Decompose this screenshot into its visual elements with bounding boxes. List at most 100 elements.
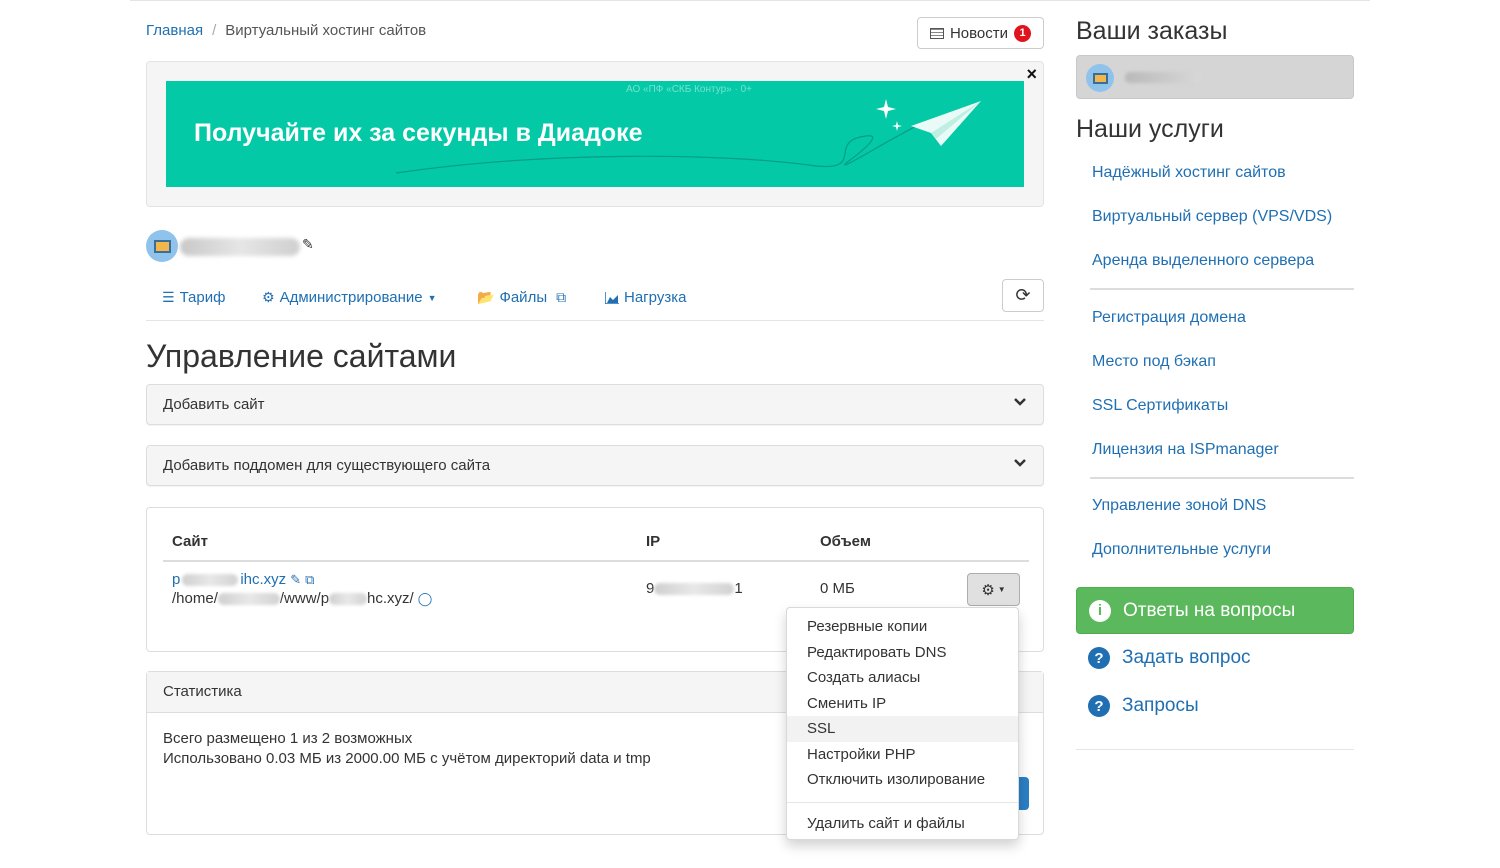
service-link-dns[interactable]: Управление зоной DNS <box>1092 497 1266 515</box>
menu-item-create-aliases[interactable]: Создать алиасы <box>787 665 1018 691</box>
faq-label: Ответы на вопросы <box>1123 599 1296 621</box>
site-ip-suffix: 1 <box>734 580 743 597</box>
menu-item-disable-isolation[interactable]: Отключить изолирование <box>787 767 1018 793</box>
caret-down-icon: ▼ <box>997 585 1006 594</box>
breadcrumb: Главная / Виртуальный хостинг сайтов <box>146 22 426 39</box>
site-path: /home/ /www/p hc.xyz/ ◯ <box>172 590 432 607</box>
external-link-icon[interactable]: ⧉ <box>305 572 314 588</box>
menu-item-change-ip[interactable]: Сменить IP <box>787 691 1018 717</box>
site-ip: 9 1 <box>646 580 743 597</box>
add-site-label: Добавить сайт <box>163 396 265 413</box>
column-header-ip: IP <box>646 533 661 550</box>
refresh-button[interactable]: ⟳ <box>1002 279 1044 312</box>
tab-tariff[interactable]: ☰ Тариф <box>162 289 225 306</box>
question-icon: ? <box>1088 647 1110 669</box>
service-link-vps[interactable]: Виртуальный сервер (VPS/VDS) <box>1092 208 1332 226</box>
top-border <box>130 0 1370 1</box>
site-domain-prefix: p <box>172 571 181 588</box>
gear-icon: ⚙ <box>262 289 275 305</box>
monitor-icon <box>153 239 171 253</box>
tab-tariff-label: Тариф <box>179 289 226 306</box>
banner-close-icon[interactable]: × <box>1026 64 1037 85</box>
order-name-redacted <box>1125 72 1201 83</box>
redacted-text <box>217 592 280 605</box>
service-link-domain[interactable]: Регистрация домена <box>1092 309 1246 327</box>
tab-files-label: Файлы <box>499 289 548 306</box>
account-name-redacted <box>180 238 300 256</box>
order-avatar <box>1086 64 1114 92</box>
monitor-icon <box>1092 72 1108 84</box>
site-size: 0 МБ <box>820 580 855 597</box>
tab-files[interactable]: 📂 Файлы ⧉ <box>477 289 566 306</box>
redacted-text <box>329 592 368 605</box>
service-link-hosting[interactable]: Надёжный хостинг сайтов <box>1092 164 1286 182</box>
news-label: Новости <box>949 24 1009 42</box>
tab-load[interactable]: Нагрузка <box>605 289 686 306</box>
external-link-icon: ⧉ <box>556 289 567 305</box>
news-button[interactable]: Новости 1 <box>917 17 1044 49</box>
service-link-ispmanager[interactable]: Лицензия на ISPmanager <box>1092 441 1279 459</box>
services-title: Наши услуги <box>1076 115 1224 143</box>
table-header-divider <box>163 560 1029 562</box>
site-path-prefix: /home/ <box>172 590 218 607</box>
ask-question-label: Задать вопрос <box>1122 647 1251 668</box>
ad-banner[interactable]: АО «ПФ «СКБ Контур» · 0+ Получайте их за… <box>166 81 1024 187</box>
services-divider <box>1090 477 1354 479</box>
chevron-down-icon <box>1014 459 1026 467</box>
service-tabs: ☰ Тариф ⚙ Администрирование ▼ 📂 Файлы ⧉ … <box>146 279 1044 321</box>
site-actions-button[interactable]: ⚙ ▼ <box>967 573 1020 606</box>
menu-divider <box>787 801 1018 803</box>
menu-item-php-settings[interactable]: Настройки PHP <box>787 742 1018 768</box>
account-avatar <box>146 230 178 262</box>
site-path-middle: /www/p <box>279 590 330 607</box>
service-link-ssl[interactable]: SSL Сертификаты <box>1092 397 1228 415</box>
info-icon: i <box>1089 599 1111 622</box>
column-header-site: Сайт <box>172 533 208 550</box>
comment-icon[interactable]: ◯ <box>418 591 433 607</box>
service-link-dedicated[interactable]: Аренда выделенного сервера <box>1092 252 1314 270</box>
service-link-additional[interactable]: Дополнительные услуги <box>1092 541 1271 559</box>
site-ip-prefix: 9 <box>646 580 655 597</box>
chevron-down-icon <box>1014 398 1026 406</box>
sidebar-bottom-divider <box>1076 749 1354 750</box>
site-domain-suffix: ihc.xyz <box>240 571 287 588</box>
pencil-icon[interactable]: ✎ <box>290 572 301 588</box>
site-path-suffix: hc.xyz/ <box>367 590 414 607</box>
service-link-backup[interactable]: Место под бэкап <box>1092 353 1216 371</box>
area-chart-icon <box>605 291 619 304</box>
banner-headline: Получайте их за секунды в Диадоке <box>194 119 643 147</box>
add-subdomain-accordion[interactable]: Добавить поддомен для существующего сайт… <box>146 445 1044 486</box>
ad-banner-container: × АО «ПФ «СКБ Контур» · 0+ Получайте их … <box>146 61 1044 207</box>
orders-title: Ваши заказы <box>1076 17 1228 45</box>
column-header-size: Объем <box>820 533 871 550</box>
add-subdomain-label: Добавить поддомен для существующего сайт… <box>163 457 491 474</box>
breadcrumb-home-link[interactable]: Главная <box>146 22 203 39</box>
site-domain-link[interactable]: p ihc.xyz ✎ ⧉ <box>172 571 314 588</box>
page-title: Управление сайтами <box>146 338 457 374</box>
menu-item-delete-site[interactable]: Удалить сайт и файлы <box>787 811 1018 837</box>
services-divider <box>1090 288 1354 290</box>
newspaper-icon <box>929 27 944 39</box>
question-icon: ? <box>1088 695 1110 717</box>
breadcrumb-separator: / <box>212 22 217 39</box>
sliders-icon: ☰ <box>162 289 175 305</box>
faq-button[interactable]: i Ответы на вопросы <box>1076 587 1354 634</box>
requests-link[interactable]: ? Запросы <box>1088 695 1199 717</box>
caret-down-icon: ▼ <box>427 292 437 303</box>
add-site-accordion[interactable]: Добавить сайт <box>146 384 1044 425</box>
menu-item-ssl[interactable]: SSL <box>787 716 1018 742</box>
pencil-icon[interactable]: ✎ <box>302 236 314 253</box>
tab-load-label: Нагрузка <box>624 289 687 306</box>
site-actions-menu: Резервные копии Редактировать DNS Создат… <box>786 607 1019 840</box>
news-count-badge: 1 <box>1014 24 1032 42</box>
menu-item-backups[interactable]: Резервные копии <box>787 614 1018 640</box>
ask-question-link[interactable]: ? Задать вопрос <box>1088 647 1251 669</box>
redacted-text <box>182 573 239 586</box>
order-item[interactable] <box>1076 55 1354 99</box>
tab-administration-label: Администрирование <box>279 289 423 306</box>
banner-small-text: АО «ПФ «СКБ Контур» · 0+ <box>626 84 752 95</box>
redacted-text <box>654 582 735 595</box>
tab-administration[interactable]: ⚙ Администрирование ▼ <box>262 289 437 306</box>
menu-item-edit-dns[interactable]: Редактировать DNS <box>787 640 1018 666</box>
gear-icon: ⚙ <box>981 581 995 599</box>
